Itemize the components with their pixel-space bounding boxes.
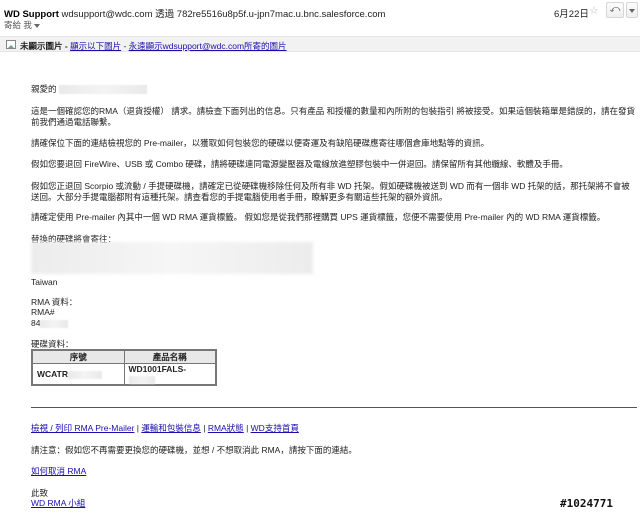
rma-number: 84 — [31, 318, 637, 329]
cancel-rma-link[interactable]: 如何取消 RMA — [31, 466, 86, 476]
links-row: 檢視 / 列印 RMA Pre-Mailer | 運輸和包裝信息 | RMA狀態… — [31, 423, 637, 434]
redacted-address — [31, 242, 313, 274]
star-icon[interactable]: ☆ — [589, 4, 599, 17]
rma-hash-label: RMA# — [31, 307, 55, 317]
paragraph-external-drives: 假如您要退回 FireWire、USB 或 Combo 硬碟，請將硬碟連同電源變… — [31, 159, 568, 169]
reply-button[interactable]: ⤺ — [606, 2, 624, 18]
paragraph-premailer: 請確保位下面的連結檢視您的 Pre-mailer，以獲取如何包裝您的硬碟以便寄運… — [31, 138, 490, 148]
shipping-info-link[interactable]: 運輸和包裝信息 — [141, 423, 201, 433]
redacted-serial — [68, 370, 102, 379]
chevron-down-icon[interactable] — [33, 23, 40, 28]
rma-status-link[interactable]: RMA狀態 — [208, 423, 244, 433]
paragraph-shipping-labels: 請確定使用 Pre-mailer 內其中一個 WD RMA 運貨標籤。 假如您是… — [31, 212, 606, 222]
via-address: 782re5516u8p5f.u-jpn7mac.u.bnc.salesforc… — [176, 9, 386, 20]
product-text: WD1001FALS- — [128, 364, 187, 374]
images-hidden-text: 未顯示圖片 - 顯示以下圖片 - 永遠顯示wdsupport@wdc.com所寄… — [20, 40, 287, 52]
table-row: WCATR WD1001FALS- — [31, 363, 217, 386]
sender-email: wdsupport@wdc.com — [61, 9, 153, 20]
hardware-info-label: 硬碟資料： — [31, 339, 74, 349]
paragraph-scorpio: 假如您正退回 Scorpio 或流動 / 手提硬碟機，請確定已從硬碟機移除任何及… — [31, 181, 630, 202]
images-hidden-bar: 未顯示圖片 - 顯示以下圖片 - 永遠顯示wdsupport@wdc.com所寄… — [0, 36, 640, 52]
serial-text: WCATR — [37, 369, 68, 379]
image-bar-separator: - — [121, 41, 129, 51]
column-header-product: 產品名稱 — [123, 349, 217, 364]
cancel-rma-container: 如何取消 RMA — [31, 466, 637, 477]
hardware-table: 序號 產品名稱 WCATR WD1001FALS- — [31, 349, 217, 386]
column-header-serial: 序號 — [31, 349, 125, 364]
greeting-text: 親愛的 — [31, 84, 57, 94]
serial-cell: WCATR — [31, 363, 125, 386]
country: Taiwan — [31, 277, 58, 287]
show-images-link[interactable]: 顯示以下圖片 — [70, 41, 121, 51]
image-icon — [6, 40, 16, 49]
via-label: 透過 — [155, 9, 175, 20]
link-separator: | — [243, 423, 251, 433]
cancel-note: 請注意：假如您不再需要更換您的硬碟機，並想 / 不想取消此 RMA，請按下面的連… — [31, 445, 357, 455]
recipient-line[interactable]: 寄給 我 — [4, 19, 40, 31]
rma-info-label: RMA 資料： — [31, 297, 78, 307]
redacted-name — [58, 85, 147, 95]
sender-line: WD Support wdsupport@wdc.com 透過 782re551… — [4, 6, 385, 20]
view-premailer-link[interactable]: 檢視 / 列印 RMA Pre-Mailer — [31, 423, 134, 433]
chevron-down-icon — [629, 9, 635, 13]
product-cell: WD1001FALS- — [123, 363, 217, 386]
always-show-images-link[interactable]: 永遠顯示wdsupport@wdc.com所寄的圖片 — [129, 41, 287, 51]
wd-support-link[interactable]: WD支持首頁 — [251, 423, 299, 433]
images-hidden-label: 未顯示圖片 - — [20, 41, 68, 51]
greeting: 親愛的 — [31, 84, 637, 95]
reply-icon: ⤺ — [609, 4, 621, 15]
message-header: WD Support wdsupport@wdc.com 透過 782re551… — [0, 0, 640, 33]
table-header-row: 序號 產品名稱 — [31, 349, 217, 364]
paragraph-confirmation: 這是一個確認您的RMA（退貨授權） 請求。請檢查下面列出的信息。只有產品 和授權… — [31, 106, 635, 127]
rma-number-text: 84 — [31, 318, 41, 328]
link-separator: | — [200, 423, 208, 433]
divider — [31, 407, 637, 408]
to-label: 寄給 我 — [4, 20, 32, 30]
signature-container: WD RMA 小組 — [31, 498, 637, 509]
closing: 此致 — [31, 488, 49, 498]
redacted-rma-number — [40, 319, 69, 328]
signature-link[interactable]: WD RMA 小組 — [31, 498, 85, 508]
redacted-product — [128, 375, 155, 384]
message-date: 6月22日 — [554, 9, 589, 20]
watermark: #1024771 — [560, 497, 613, 510]
more-actions-button[interactable] — [626, 2, 638, 18]
